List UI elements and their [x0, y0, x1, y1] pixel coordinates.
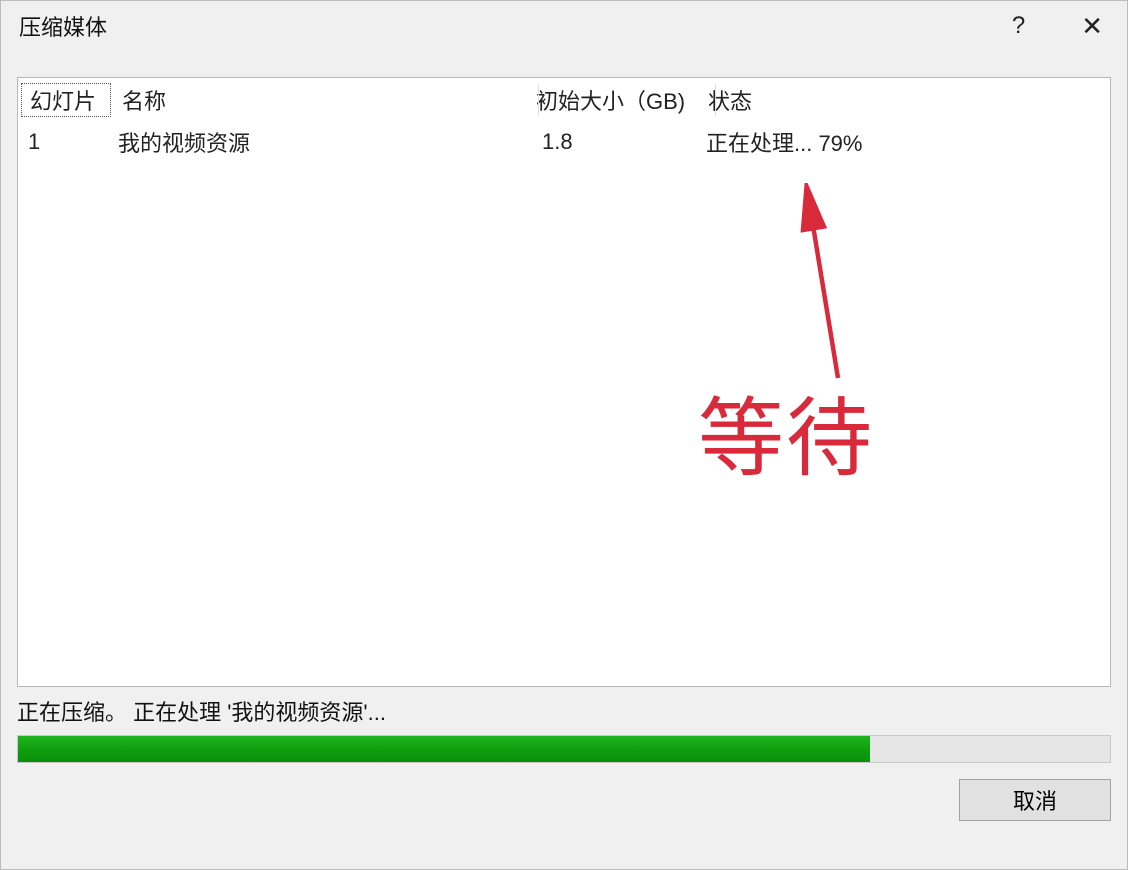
annotation-arrow-icon: [778, 183, 858, 383]
button-row: 取消: [17, 779, 1111, 821]
titlebar: 压缩媒体 ? ✕: [1, 1, 1127, 53]
header-name[interactable]: 名称: [114, 84, 532, 116]
table-row[interactable]: 1 我的视频资源 1.8 正在处理... 79%: [18, 122, 1110, 162]
header-status[interactable]: 状态: [704, 84, 1110, 116]
compress-media-dialog: 压缩媒体 ? ✕ 幻灯片 名称 初始大小（GB) 状态 1 我的视频资源 1.8…: [0, 0, 1128, 870]
status-text: 正在压缩。 正在处理 '我的视频资源'...: [17, 695, 1111, 735]
cell-slide: 1: [18, 129, 108, 155]
table-header: 幻灯片 名称 初始大小（GB) 状态: [18, 78, 1110, 122]
cell-name: 我的视频资源: [108, 126, 532, 158]
cancel-button[interactable]: 取消: [959, 779, 1111, 821]
column-divider: [715, 84, 716, 116]
help-button[interactable]: ?: [1006, 12, 1031, 40]
progress-bar: [17, 735, 1111, 763]
header-slide[interactable]: 幻灯片: [21, 83, 111, 117]
status-area: 正在压缩。 正在处理 '我的视频资源'...: [17, 695, 1111, 763]
close-button[interactable]: ✕: [1075, 11, 1109, 41]
dialog-title: 压缩媒体: [19, 10, 107, 42]
progress-fill: [18, 736, 870, 762]
titlebar-controls: ? ✕: [1006, 11, 1113, 41]
header-size[interactable]: 初始大小（GB): [532, 84, 704, 116]
cell-status: 正在处理... 79%: [704, 126, 1110, 158]
media-list-frame: 幻灯片 名称 初始大小（GB) 状态 1 我的视频资源 1.8 正在处理... …: [17, 77, 1111, 687]
column-divider: [538, 84, 539, 116]
annotation-label: 等待: [698, 368, 874, 493]
cell-size: 1.8: [532, 129, 704, 155]
